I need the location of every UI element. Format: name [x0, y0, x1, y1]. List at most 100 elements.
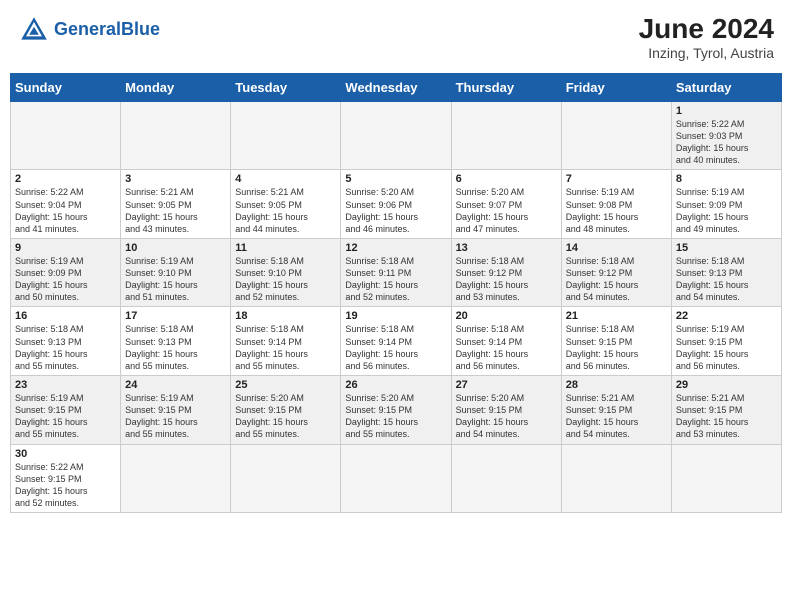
calendar-cell: 27Sunrise: 5:20 AM Sunset: 9:15 PM Dayli… [451, 376, 561, 445]
logo-text: GeneralBlue [54, 20, 160, 40]
day-number: 17 [125, 310, 226, 322]
day-info: Sunrise: 5:18 AM Sunset: 9:13 PM Dayligh… [125, 323, 226, 372]
day-info: Sunrise: 5:21 AM Sunset: 9:15 PM Dayligh… [566, 392, 667, 441]
day-info: Sunrise: 5:18 AM Sunset: 9:11 PM Dayligh… [345, 255, 446, 304]
day-info: Sunrise: 5:19 AM Sunset: 9:10 PM Dayligh… [125, 255, 226, 304]
day-info: Sunrise: 5:22 AM Sunset: 9:15 PM Dayligh… [15, 461, 116, 510]
day-info: Sunrise: 5:18 AM Sunset: 9:15 PM Dayligh… [566, 323, 667, 372]
calendar-cell [121, 444, 231, 513]
day-info: Sunrise: 5:19 AM Sunset: 9:15 PM Dayligh… [125, 392, 226, 441]
day-number: 21 [566, 310, 667, 322]
day-info: Sunrise: 5:18 AM Sunset: 9:10 PM Dayligh… [235, 255, 336, 304]
day-info: Sunrise: 5:18 AM Sunset: 9:12 PM Dayligh… [566, 255, 667, 304]
day-info: Sunrise: 5:18 AM Sunset: 9:12 PM Dayligh… [456, 255, 557, 304]
calendar-cell: 19Sunrise: 5:18 AM Sunset: 9:14 PM Dayli… [341, 307, 451, 376]
page-header: GeneralBlue June 2024 Inzing, Tyrol, Aus… [10, 10, 782, 65]
calendar-cell [231, 444, 341, 513]
day-number: 2 [15, 173, 116, 185]
calendar-cell: 7Sunrise: 5:19 AM Sunset: 9:08 PM Daylig… [561, 170, 671, 239]
calendar-cell: 30Sunrise: 5:22 AM Sunset: 9:15 PM Dayli… [11, 444, 121, 513]
logo-icon [18, 14, 50, 46]
day-info: Sunrise: 5:18 AM Sunset: 9:13 PM Dayligh… [15, 323, 116, 372]
day-number: 25 [235, 379, 336, 391]
day-number: 23 [15, 379, 116, 391]
day-number: 6 [456, 173, 557, 185]
calendar-cell: 28Sunrise: 5:21 AM Sunset: 9:15 PM Dayli… [561, 376, 671, 445]
day-info: Sunrise: 5:19 AM Sunset: 9:09 PM Dayligh… [15, 255, 116, 304]
day-info: Sunrise: 5:18 AM Sunset: 9:14 PM Dayligh… [456, 323, 557, 372]
logo: GeneralBlue [18, 14, 160, 46]
day-info: Sunrise: 5:20 AM Sunset: 9:15 PM Dayligh… [456, 392, 557, 441]
calendar-cell: 14Sunrise: 5:18 AM Sunset: 9:12 PM Dayli… [561, 238, 671, 307]
calendar-cell [561, 444, 671, 513]
calendar-cell: 17Sunrise: 5:18 AM Sunset: 9:13 PM Dayli… [121, 307, 231, 376]
calendar-row: 1Sunrise: 5:22 AM Sunset: 9:03 PM Daylig… [11, 101, 782, 170]
day-info: Sunrise: 5:20 AM Sunset: 9:06 PM Dayligh… [345, 186, 446, 235]
calendar-cell: 3Sunrise: 5:21 AM Sunset: 9:05 PM Daylig… [121, 170, 231, 239]
day-number: 20 [456, 310, 557, 322]
calendar-cell: 12Sunrise: 5:18 AM Sunset: 9:11 PM Dayli… [341, 238, 451, 307]
day-number: 24 [125, 379, 226, 391]
calendar-cell [341, 444, 451, 513]
calendar-cell: 13Sunrise: 5:18 AM Sunset: 9:12 PM Dayli… [451, 238, 561, 307]
day-number: 19 [345, 310, 446, 322]
calendar-row: 23Sunrise: 5:19 AM Sunset: 9:15 PM Dayli… [11, 376, 782, 445]
calendar-cell: 20Sunrise: 5:18 AM Sunset: 9:14 PM Dayli… [451, 307, 561, 376]
calendar-cell: 8Sunrise: 5:19 AM Sunset: 9:09 PM Daylig… [671, 170, 781, 239]
day-number: 29 [676, 379, 777, 391]
day-number: 27 [456, 379, 557, 391]
weekday-header: Sunday [11, 73, 121, 101]
weekday-header: Wednesday [341, 73, 451, 101]
weekday-header: Tuesday [231, 73, 341, 101]
calendar-cell: 15Sunrise: 5:18 AM Sunset: 9:13 PM Dayli… [671, 238, 781, 307]
calendar-cell: 24Sunrise: 5:19 AM Sunset: 9:15 PM Dayli… [121, 376, 231, 445]
day-info: Sunrise: 5:20 AM Sunset: 9:15 PM Dayligh… [235, 392, 336, 441]
calendar-cell [451, 444, 561, 513]
title-area: June 2024 Inzing, Tyrol, Austria [639, 14, 774, 61]
weekday-header: Friday [561, 73, 671, 101]
day-number: 3 [125, 173, 226, 185]
calendar-cell: 29Sunrise: 5:21 AM Sunset: 9:15 PM Dayli… [671, 376, 781, 445]
day-number: 30 [15, 448, 116, 460]
weekday-header-row: SundayMondayTuesdayWednesdayThursdayFrid… [11, 73, 782, 101]
calendar-cell [11, 101, 121, 170]
calendar-cell: 22Sunrise: 5:19 AM Sunset: 9:15 PM Dayli… [671, 307, 781, 376]
calendar-cell [231, 101, 341, 170]
day-number: 4 [235, 173, 336, 185]
calendar-cell: 26Sunrise: 5:20 AM Sunset: 9:15 PM Dayli… [341, 376, 451, 445]
calendar-cell: 16Sunrise: 5:18 AM Sunset: 9:13 PM Dayli… [11, 307, 121, 376]
calendar-cell [121, 101, 231, 170]
calendar-cell: 5Sunrise: 5:20 AM Sunset: 9:06 PM Daylig… [341, 170, 451, 239]
day-info: Sunrise: 5:21 AM Sunset: 9:05 PM Dayligh… [235, 186, 336, 235]
calendar-cell: 1Sunrise: 5:22 AM Sunset: 9:03 PM Daylig… [671, 101, 781, 170]
day-number: 5 [345, 173, 446, 185]
day-info: Sunrise: 5:18 AM Sunset: 9:14 PM Dayligh… [345, 323, 446, 372]
calendar-cell [341, 101, 451, 170]
calendar-table: SundayMondayTuesdayWednesdayThursdayFrid… [10, 73, 782, 513]
day-number: 14 [566, 242, 667, 254]
day-number: 11 [235, 242, 336, 254]
calendar-row: 30Sunrise: 5:22 AM Sunset: 9:15 PM Dayli… [11, 444, 782, 513]
day-number: 8 [676, 173, 777, 185]
day-number: 16 [15, 310, 116, 322]
location: Inzing, Tyrol, Austria [639, 45, 774, 61]
day-info: Sunrise: 5:19 AM Sunset: 9:15 PM Dayligh… [15, 392, 116, 441]
day-number: 1 [676, 105, 777, 117]
day-info: Sunrise: 5:21 AM Sunset: 9:15 PM Dayligh… [676, 392, 777, 441]
weekday-header: Thursday [451, 73, 561, 101]
day-number: 26 [345, 379, 446, 391]
day-info: Sunrise: 5:18 AM Sunset: 9:13 PM Dayligh… [676, 255, 777, 304]
calendar-row: 2Sunrise: 5:22 AM Sunset: 9:04 PM Daylig… [11, 170, 782, 239]
day-number: 10 [125, 242, 226, 254]
day-number: 28 [566, 379, 667, 391]
weekday-header: Monday [121, 73, 231, 101]
day-info: Sunrise: 5:18 AM Sunset: 9:14 PM Dayligh… [235, 323, 336, 372]
day-info: Sunrise: 5:20 AM Sunset: 9:07 PM Dayligh… [456, 186, 557, 235]
day-info: Sunrise: 5:19 AM Sunset: 9:09 PM Dayligh… [676, 186, 777, 235]
day-number: 18 [235, 310, 336, 322]
day-info: Sunrise: 5:20 AM Sunset: 9:15 PM Dayligh… [345, 392, 446, 441]
calendar-cell: 23Sunrise: 5:19 AM Sunset: 9:15 PM Dayli… [11, 376, 121, 445]
calendar-cell: 2Sunrise: 5:22 AM Sunset: 9:04 PM Daylig… [11, 170, 121, 239]
day-info: Sunrise: 5:19 AM Sunset: 9:08 PM Dayligh… [566, 186, 667, 235]
day-info: Sunrise: 5:21 AM Sunset: 9:05 PM Dayligh… [125, 186, 226, 235]
